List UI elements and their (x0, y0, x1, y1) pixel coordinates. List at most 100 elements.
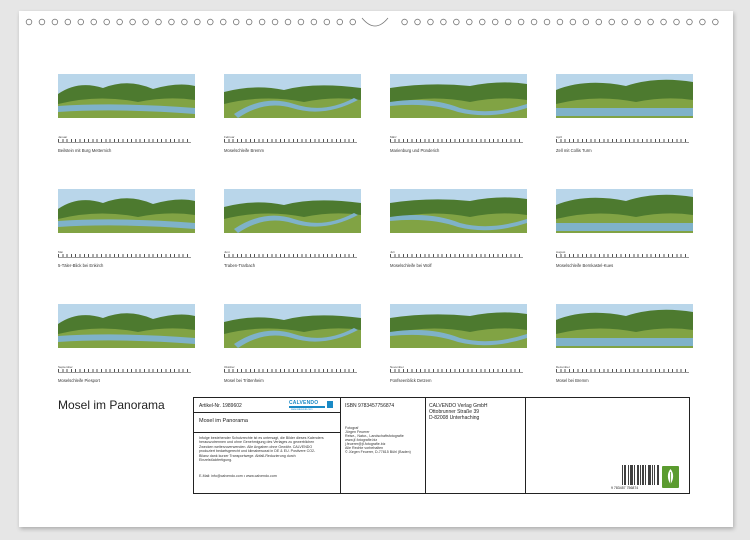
photo-caption: Moselschleife Bernkastel-Kues (556, 263, 614, 268)
binding-ring-icon (673, 18, 680, 26)
binding-ring-icon (414, 18, 421, 26)
panorama-photo (58, 189, 195, 233)
info-col-article: Artikel-Nr. 1989602 CALVENDO www.calvend… (194, 398, 341, 493)
barcode-bar (658, 465, 659, 485)
binding-ring-icon (556, 18, 564, 26)
month-days-strip: März (390, 135, 527, 145)
binding-ring-icon (401, 18, 408, 26)
binding-ring-icon (181, 18, 188, 26)
barcode-bar (634, 465, 635, 485)
panorama-photo (390, 74, 527, 118)
month-days-strip: April (556, 135, 693, 145)
month-underline (224, 257, 357, 258)
barcode-bar (624, 465, 625, 485)
binding-ring-icon (530, 18, 538, 26)
binding-ring-icon (453, 18, 460, 26)
barcode-bar (638, 465, 639, 485)
month-underline (390, 257, 523, 258)
binding-ring-icon (504, 18, 512, 26)
binding-ring-icon (336, 18, 343, 26)
email-line: E-Mail: info@calvendo.com • www.calvendo… (199, 474, 277, 478)
info-col-isbn: ISBN 9783457756874 Fotograf Jürgen Feuer… (340, 398, 426, 493)
month-underline (224, 372, 357, 373)
barcode-bar (657, 465, 658, 485)
info-col-barcode: 9 783457 756874 (525, 398, 689, 493)
binding-ring-icon (284, 18, 292, 26)
binding-ring-icon (258, 18, 266, 26)
binding-ring-icon (116, 18, 123, 26)
binding-ring-icon (466, 18, 473, 26)
binding-ring-icon (634, 18, 641, 26)
binding-ring-icon (90, 18, 97, 26)
month-days-strip: September (58, 365, 195, 375)
binding-ring-icon (51, 18, 59, 26)
month-days-strip: August (556, 250, 693, 260)
binding-ring-icon (297, 18, 305, 26)
month-days-strip: Dezember (556, 365, 693, 375)
photo-caption: Marienburg und Pünderich (390, 148, 440, 153)
panorama-photo (390, 304, 527, 348)
panorama-photo (224, 189, 361, 233)
photo-caption: 5-Täler-Blick bei Enkirch (58, 263, 104, 268)
binding-ring-icon (686, 18, 693, 26)
barcode-bar (631, 465, 632, 485)
photo-caption: Moselschleife bei Wolf (390, 263, 432, 268)
photo-caption: Mosel bei Trittenheim (224, 378, 264, 383)
barcode-bar (640, 465, 641, 485)
hanger-notch-icon (361, 17, 389, 27)
binding-ring-icon (129, 18, 136, 26)
binding-ring-icon (25, 17, 719, 27)
binding-ring-icon (660, 18, 667, 26)
binding-ring-icon (492, 18, 499, 26)
photo-caption: Moselschleife Bremm (224, 148, 265, 153)
barcode-bar (649, 465, 650, 485)
info-col-publisher: CALVENDO Verlag GmbH Ottobrunner Straße … (425, 398, 526, 493)
binding-ring-icon (245, 18, 253, 26)
panorama-photo (58, 304, 195, 348)
binding-ring-icon (310, 18, 318, 26)
info-box: Artikel-Nr. 1989602 CALVENDO www.calvend… (193, 397, 690, 494)
month-days-strip: Mai (58, 250, 195, 260)
binding-ring-icon (699, 18, 706, 26)
panorama-photo (556, 74, 693, 118)
binding-ring-icon (621, 18, 628, 26)
product-title: Mosel im Panorama (199, 418, 248, 424)
article-number: Artikel-Nr. 1989602 (199, 403, 242, 409)
binding-ring-icon (25, 18, 33, 26)
month-underline (58, 372, 191, 373)
binding-ring-icon (569, 18, 577, 26)
barcode-bar (648, 465, 649, 485)
binding-ring-icon (595, 18, 602, 26)
panorama-photo (390, 189, 527, 233)
month-days-strip: Januar (58, 135, 195, 145)
barcode-bar (628, 465, 629, 485)
photo-caption: Mosel bei Bremm (556, 378, 589, 383)
month-days-strip: Juni (224, 250, 361, 260)
month-underline (58, 257, 191, 258)
month-underline (390, 142, 523, 143)
binding-ring-icon (194, 18, 201, 26)
month-underline (224, 142, 357, 143)
binding-ring-icon (647, 18, 654, 26)
binding-ring-icon (479, 18, 486, 26)
month-days-strip: Oktober (224, 365, 361, 375)
binding-ring-icon (168, 18, 175, 26)
copyright-text: Infolge bestehender Schutzrechte ist es … (199, 436, 324, 463)
panorama-photo (58, 74, 195, 118)
binding-ring-icon (77, 18, 84, 26)
isbn: ISBN 9783457756874 (345, 403, 395, 409)
photographer-line: © Jürgen Feuerer, D-77815 Bühl (Baden) (345, 450, 411, 454)
binding-ring-icon (543, 18, 551, 26)
logo-subtext: www.calvendo.com (291, 408, 313, 411)
binding-ring-icon (349, 18, 356, 26)
fsc-logo-icon (662, 466, 679, 488)
photo-caption: Moselschleife Piesport (58, 378, 100, 383)
panorama-photo (556, 304, 693, 348)
barcode-bar (622, 465, 623, 485)
barcode-bar (654, 465, 655, 485)
publisher-line: D-82008 Unterhaching (429, 415, 480, 421)
month-underline (556, 257, 689, 258)
divider (194, 412, 340, 413)
month-days-strip: Februar (224, 135, 361, 145)
binding-ring-icon (142, 18, 149, 26)
